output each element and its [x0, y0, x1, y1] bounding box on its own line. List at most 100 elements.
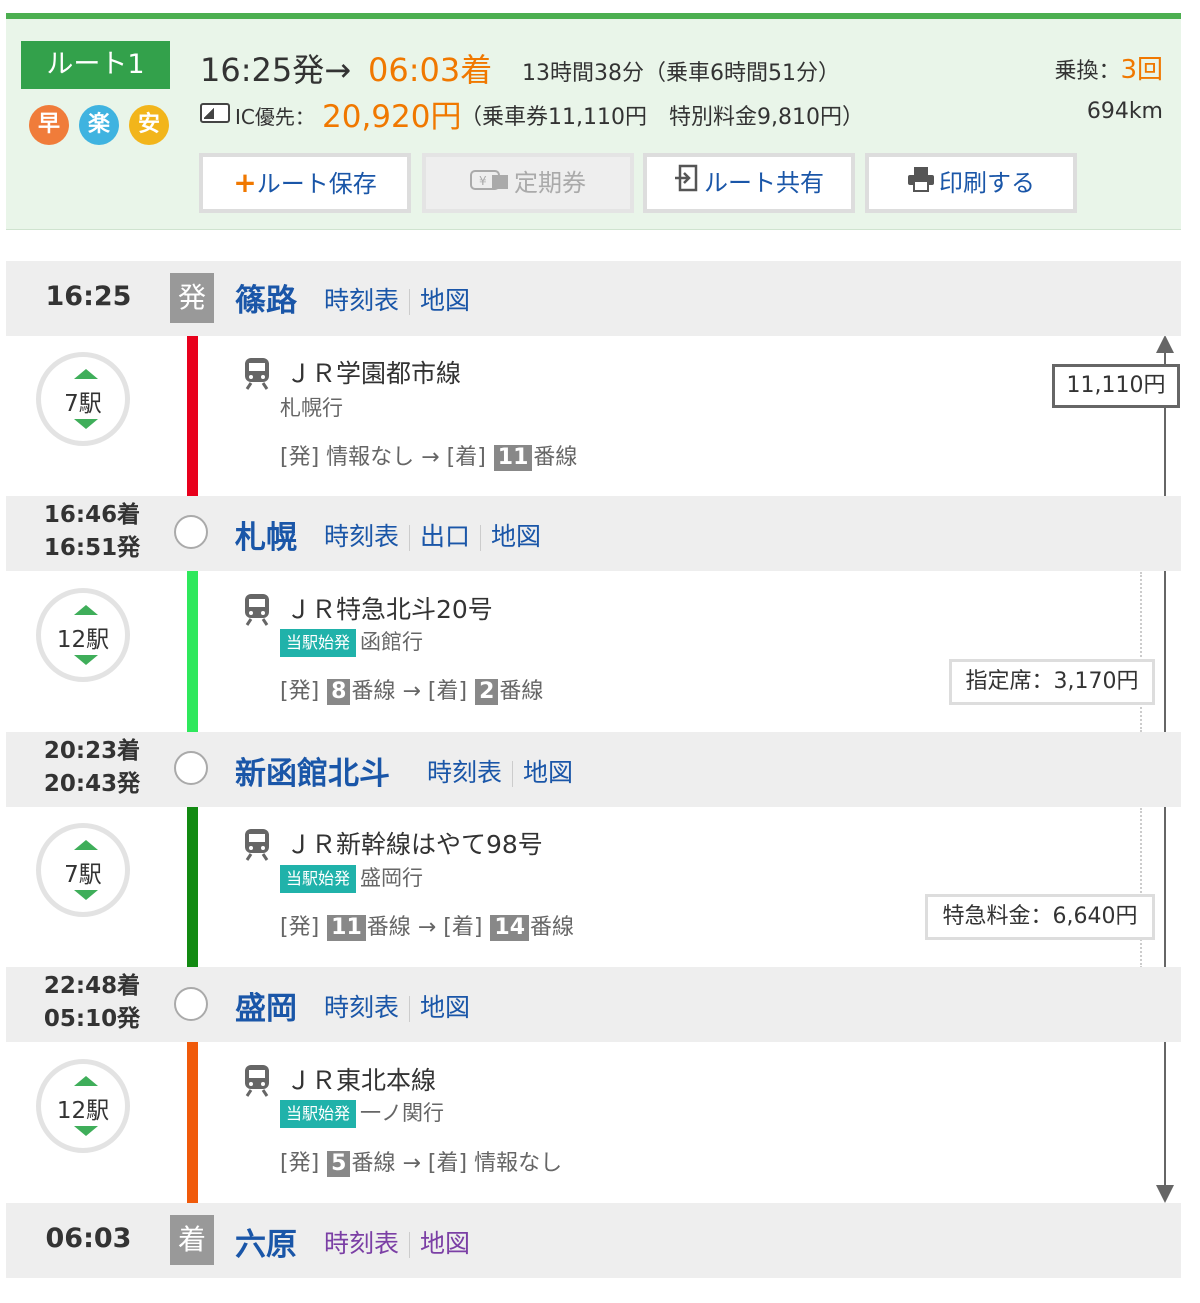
save-route-button[interactable]: +ルート保存 [199, 153, 411, 213]
expand-down-icon [74, 419, 98, 429]
link-divider [512, 761, 514, 787]
transfer-node [174, 751, 208, 785]
segment-line-1 [187, 320, 198, 515]
expand-down-icon [74, 890, 98, 900]
station-links: 時刻表 地図 [324, 988, 470, 1024]
expand-down-icon [74, 1126, 98, 1136]
cheapest-tag: 安 [129, 105, 169, 145]
origin-station-badge: 当駅始発 [280, 1100, 357, 1128]
map-link[interactable]: 地図 [420, 286, 470, 315]
segment-line-2 [187, 548, 198, 753]
svg-text:¥: ¥ [479, 174, 487, 188]
transfer-node [174, 987, 208, 1021]
station-departure-time: 05:10発 [43, 1006, 141, 1032]
route-summary: ルート1 早 楽 安 16:25発→ 06:03着 13時間38分（乗車6時間5… [6, 13, 1181, 230]
stop-count[interactable]: 12駅 [36, 588, 130, 682]
track-info: [発] 情報なし → [着] 11 番線 [280, 445, 578, 471]
map-link[interactable]: 地図 [420, 1229, 470, 1258]
stop-count-label: 12駅 [56, 1098, 110, 1124]
station-name[interactable]: 盛岡 [235, 983, 297, 1028]
station-row: 16:25 発 篠路 時刻表 地図 [6, 261, 1181, 336]
print-icon [907, 158, 935, 210]
map-link[interactable]: 地図 [491, 522, 541, 551]
stop-count[interactable]: 7駅 [36, 823, 130, 917]
track-dep-text: 情報なし [326, 445, 415, 470]
track-arr-label: [着] [443, 915, 483, 940]
map-link[interactable]: 地図 [523, 758, 573, 787]
track-dep-number: 5 [327, 1151, 351, 1177]
timetable-link[interactable]: 時刻表 [324, 1229, 399, 1258]
train-icon [245, 829, 269, 861]
commuter-pass-button[interactable]: ¥ 定期券 [422, 153, 634, 213]
train-line-name[interactable]: ＪＲ新幹線はやて98号 [286, 825, 543, 861]
print-button[interactable]: 印刷する [865, 153, 1077, 213]
ic-label: IC優先： [235, 105, 315, 129]
expand-up-icon [74, 605, 98, 615]
fare-span-dotted-1 [1140, 572, 1142, 732]
destination-label: 函館行 [360, 630, 424, 654]
stop-count-label: 12駅 [56, 627, 110, 653]
destination-label: 一ノ関行 [360, 1101, 445, 1125]
stop-count[interactable]: 12駅 [36, 1059, 130, 1153]
track-dep-label: [発] [280, 1151, 320, 1176]
destination-label: 盛岡行 [360, 866, 424, 890]
arrival-badge: 着 [170, 1215, 214, 1265]
link-divider [409, 996, 411, 1022]
expand-up-icon [74, 369, 98, 379]
origin-station-badge: 当駅始発 [280, 865, 357, 893]
segment-fare: 特急料金：6,640円 [925, 894, 1155, 940]
station-name[interactable]: 新函館北斗 [235, 748, 390, 793]
track-dep-suffix: 番線 [351, 1151, 396, 1176]
fare-total: 20,920円 [322, 99, 462, 135]
train-destination: 当駅始発 一ノ関行 [280, 1097, 444, 1128]
track-arr-suffix: 番線 [530, 915, 575, 940]
easiest-tag: 楽 [79, 105, 119, 145]
timetable-link[interactable]: 時刻表 [427, 758, 502, 787]
timetable-link[interactable]: 時刻表 [324, 993, 399, 1022]
track-arr-suffix: 番線 [499, 679, 544, 704]
segment-fare: 指定席：3,170円 [949, 659, 1155, 705]
train-icon [245, 594, 269, 626]
track-info: [発] 5 番線 → [着] 情報なし [280, 1151, 563, 1177]
track-arr-number: 2 [475, 679, 499, 705]
station-name[interactable]: 札幌 [235, 512, 297, 557]
pass-icon: ¥ [470, 158, 510, 210]
expand-up-icon [74, 840, 98, 850]
track-dep-label: [発] [280, 679, 320, 704]
fare-span-dotted-2 [1140, 808, 1142, 968]
expand-down-icon [74, 655, 98, 665]
exit-link[interactable]: 出口 [420, 522, 470, 551]
segment-fare: 11,110円 [1052, 364, 1180, 408]
train-destination: 札幌行 [280, 396, 343, 420]
print-label: 印刷する [939, 169, 1035, 197]
track-info: [発] 11 番線 → [着] 14 番線 [280, 915, 575, 941]
timetable-link[interactable]: 時刻表 [324, 286, 399, 315]
segment-line-4 [187, 1021, 198, 1217]
fare-breakdown: （乗車券11,110円 特別料金9,810円） [460, 105, 864, 130]
train-destination: 当駅始発 函館行 [280, 626, 423, 657]
station-arrival-time: 20:23着 [43, 738, 141, 764]
total-duration: 13時間38分（乗車6時間51分） [522, 61, 840, 86]
arrow-up-icon [1156, 335, 1174, 353]
map-link[interactable]: 地図 [420, 993, 470, 1022]
train-line-name[interactable]: ＪＲ特急北斗20号 [286, 590, 493, 626]
station-time: 16:25 [45, 281, 132, 312]
station-arrival-time: 22:48着 [43, 973, 141, 999]
train-line-name[interactable]: ＪＲ東北本線 [286, 1061, 436, 1097]
station-links: 時刻表 地図 [324, 1224, 470, 1260]
train-line-name[interactable]: ＪＲ学園都市線 [286, 354, 461, 390]
track-arr-label: [着] [427, 1151, 468, 1176]
station-name[interactable]: 篠路 [235, 275, 297, 320]
station-name[interactable]: 六原 [235, 1219, 297, 1264]
arrival-time: 06:03着 [368, 51, 493, 89]
transfer-label: 乗換： [1054, 59, 1121, 84]
ic-card-icon [200, 103, 230, 123]
timetable-link[interactable]: 時刻表 [324, 522, 399, 551]
commuter-pass-label: 定期券 [514, 169, 586, 197]
track-info: [発] 8 番線 → [着] 2 番線 [280, 679, 544, 705]
track-dep-number: 11 [327, 915, 366, 941]
share-route-button[interactable]: ルート共有 [643, 153, 855, 213]
stop-count[interactable]: 7駅 [36, 352, 130, 446]
share-icon [674, 158, 700, 210]
track-dep-suffix: 番線 [366, 915, 411, 940]
